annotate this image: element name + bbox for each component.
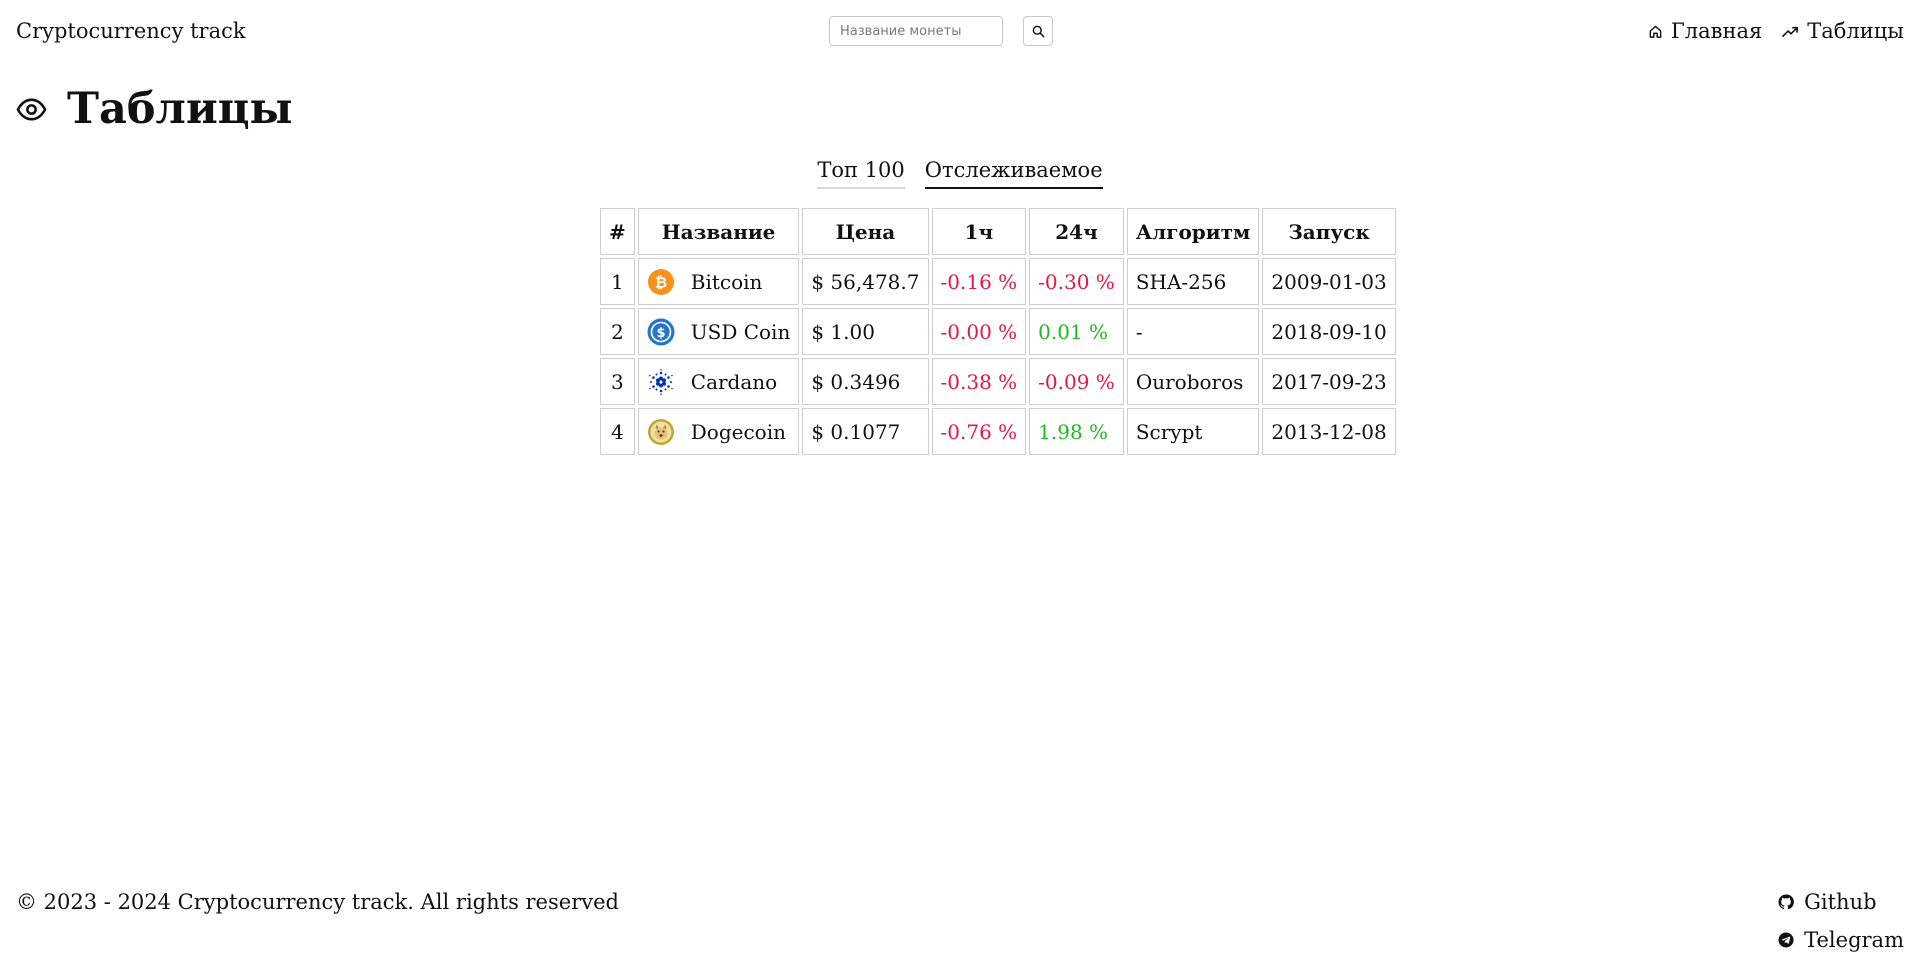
trending-up-icon [1782,26,1799,37]
cell-name[interactable]: $ USD Coin [637,308,800,355]
table-row[interactable]: 2 $ USD Coin $ 1.00 -0.00 % 0.01 % - 201… [600,308,1396,355]
github-link[interactable]: Github [1778,888,1877,916]
search-button[interactable] [1023,16,1053,46]
cell-price: $ 1.00 [802,308,929,355]
cell-name[interactable]: ₿ Bitcoin [637,258,800,305]
column-header-algorithm: Алгоритм [1126,208,1260,255]
coin-name: USD Coin [690,319,791,344]
cell-algorithm: - [1126,308,1260,355]
telegram-link[interactable]: Telegram [1778,926,1904,954]
bitcoin-icon: ₿ [647,268,674,295]
table-header-row: # Название Цена 1ч 24ч Алгоритм Запуск [600,208,1396,255]
page-title: Таблицы [67,84,293,134]
cell-rank: 3 [600,358,635,405]
search-input[interactable] [829,16,1003,46]
svg-text:$: $ [656,326,665,341]
cell-change-24h: 0.01 % [1029,308,1124,355]
cell-algorithm: Ouroboros [1126,358,1260,405]
cell-name[interactable]: Dogecoin [637,408,800,455]
cell-algorithm: SHA-256 [1126,258,1260,305]
cell-change-24h: -0.30 % [1029,258,1124,305]
footer-social-links: Github Telegram [1778,888,1904,954]
cell-price: $ 0.3496 [802,358,929,405]
svg-text:₿: ₿ [655,273,667,291]
dogecoin-icon [647,418,674,445]
column-header-1h: 1ч [931,208,1027,255]
nav-home-label: Главная [1670,19,1763,43]
cell-launch: 2013-12-08 [1262,408,1396,455]
table-row[interactable]: 4 Dogecoin $ 0.1077 -0.76 % 1.98 % Scryp… [600,408,1396,455]
cell-rank: 1 [600,258,635,305]
nav-tables[interactable]: Таблицы [1782,17,1904,45]
nav-home[interactable]: Главная [1648,17,1762,45]
cell-price: $ 0.1077 [802,408,929,455]
cell-change-24h: -0.09 % [1029,358,1124,405]
tab-watchlist[interactable]: Отслеживаемое [924,156,1103,189]
cell-change-1h: -0.38 % [931,358,1027,405]
home-icon [1649,25,1662,38]
cell-name[interactable]: Cardano [637,358,800,405]
search-icon [1032,25,1045,38]
page-heading: Таблицы [16,80,293,138]
column-header-price: Цена [802,208,929,255]
column-header-launch: Запуск [1262,208,1396,255]
github-icon [1778,894,1795,910]
usd-coin-icon: $ [647,318,675,345]
table-row[interactable]: 1 ₿ Bitcoin $ 56,478.7 -0.16 % -0.30 % S… [600,258,1396,305]
cell-algorithm: Scrypt [1126,408,1260,455]
main-nav: Главная Таблицы [1648,17,1904,45]
coins-table: # Название Цена 1ч 24ч Алгоритм Запуск 1… [597,205,1399,458]
telegram-label: Telegram [1804,928,1904,952]
cell-price: $ 56,478.7 [802,258,929,305]
column-header-name: Название [637,208,800,255]
cell-launch: 2018-09-10 [1262,308,1396,355]
cell-rank: 2 [600,308,635,355]
cell-change-1h: -0.76 % [931,408,1027,455]
cell-change-1h: -0.00 % [931,308,1027,355]
cell-change-1h: -0.16 % [931,258,1027,305]
table-row[interactable]: 3 Cardano $ 0.3496 -0.38 % -0.09 % Ourob… [600,358,1396,405]
nav-tables-label: Таблицы [1807,19,1904,43]
coin-name: Bitcoin [690,269,763,294]
column-header-24h: 24ч [1029,208,1124,255]
telegram-icon [1778,932,1794,948]
coins-table-wrapper: # Название Цена 1ч 24ч Алгоритм Запуск 1… [600,208,1396,455]
table-tabs: Топ 100 Отслеживаемое [0,156,1920,189]
cell-change-24h: 1.98 % [1029,408,1124,455]
coin-name: Dogecoin [690,419,786,444]
github-label: Github [1804,890,1877,914]
brand-title[interactable]: Cryptocurrency track [16,17,246,45]
footer-copyright: © 2023 - 2024 Cryptocurrency track. All … [16,890,619,914]
search-form [829,16,1053,46]
cell-launch: 2017-09-23 [1262,358,1396,405]
tab-top-100[interactable]: Топ 100 [817,156,905,189]
column-header-rank: # [600,208,635,255]
coin-name: Cardano [690,369,778,394]
cell-launch: 2009-01-03 [1262,258,1396,305]
cardano-icon [648,368,673,395]
top-bar: Cryptocurrency track Главная Таблицы [0,0,1920,62]
eye-icon [16,98,47,120]
cell-rank: 4 [600,408,635,455]
